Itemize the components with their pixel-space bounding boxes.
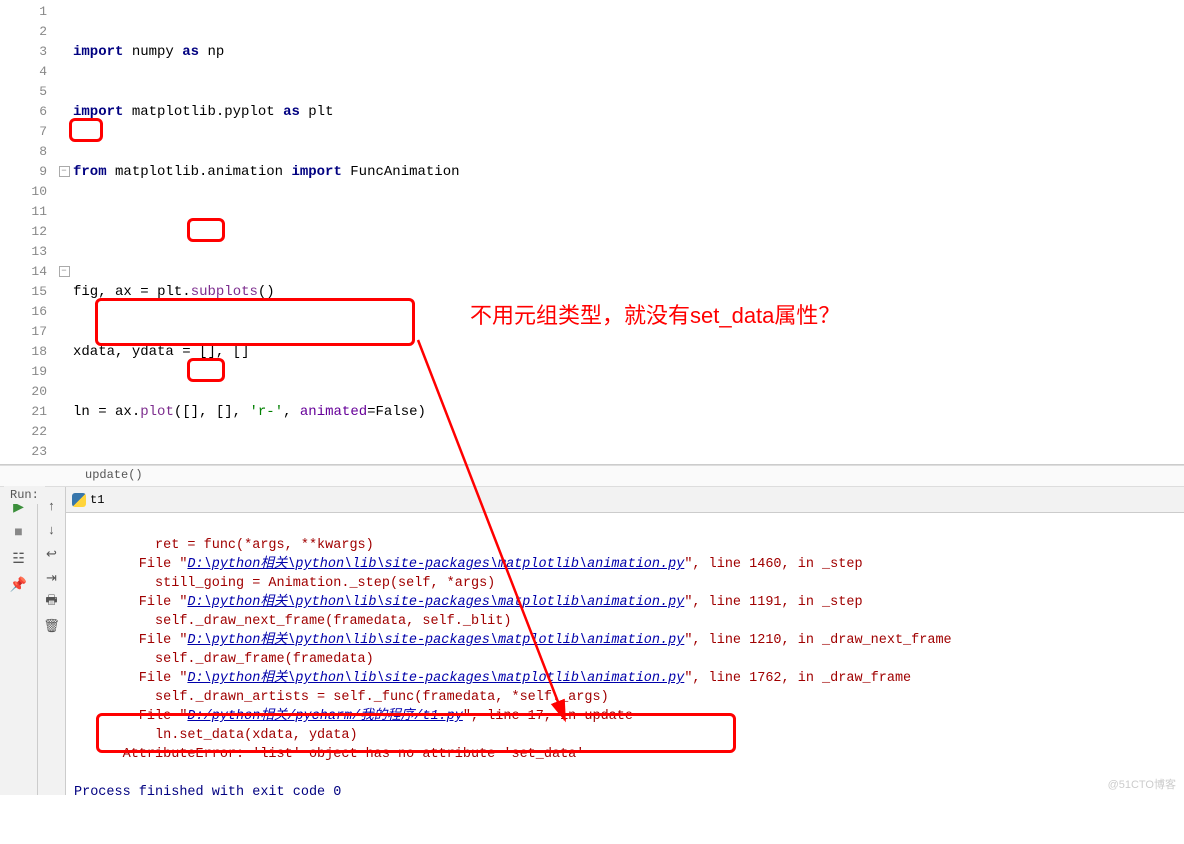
line-number: 22 (0, 422, 47, 442)
line-number: 12 (0, 222, 47, 242)
traceback-link[interactable]: D:\python相关\python\lib\site-packages\mat… (187, 595, 684, 610)
line-number: 3 (0, 42, 47, 62)
line-number: 20 (0, 382, 47, 402)
line-number: 17 (0, 322, 47, 342)
traceback-link[interactable]: D:\python相关\python\lib\site-packages\mat… (187, 633, 684, 648)
soft-wrap-icon[interactable]: ↩ (43, 545, 61, 563)
print-icon[interactable]: 🖶 (43, 593, 61, 611)
line-number: 6 (0, 102, 47, 122)
python-icon (72, 493, 86, 507)
line-number: 15 (0, 282, 47, 302)
run-tab[interactable]: t1 (66, 487, 1184, 513)
run-body: t1 ret = func(*args, **kwargs) File "D:\… (66, 487, 1184, 795)
run-panel: ▶ ■ ☳ 📌 ↑ ↓ ↩ ⇥ 🖶 🗑 t1 ret = func(*args,… (0, 487, 1184, 795)
trash-icon[interactable]: 🗑 (43, 617, 61, 635)
line-number: 1 (0, 2, 47, 22)
run-toolbar-left: ▶ ■ ☳ 📌 (0, 487, 38, 795)
fold-icon[interactable]: − (59, 266, 70, 277)
run-pin-icon[interactable]: 📌 (9, 575, 29, 595)
arrow-down-icon[interactable]: ↓ (43, 521, 61, 539)
run-layout-icon[interactable]: ☳ (9, 549, 29, 569)
line-number: 23 (0, 442, 47, 462)
line-number: 10 (0, 182, 47, 202)
line-number: 16 (0, 302, 47, 322)
traceback-link[interactable]: D:\python相关\python\lib\site-packages\mat… (187, 671, 684, 686)
exit-message: Process finished with exit code 0 (74, 785, 341, 800)
line-number: 18 (0, 342, 47, 362)
run-toolbar-left2: ↑ ↓ ↩ ⇥ 🖶 🗑 (38, 487, 66, 795)
editor-area: 1 2 3 4 5 6 7 8 9 10 11 12 13 14 15 16 1… (0, 0, 1184, 465)
line-number: 8 (0, 142, 47, 162)
code-area[interactable]: import numpy as np import matplotlib.pyp… (73, 0, 1184, 464)
line-number: 21 (0, 402, 47, 422)
traceback-link[interactable]: D:/python相关/pycharm/我的程序/t1.py (187, 709, 462, 724)
fold-column: − − (55, 0, 73, 464)
line-number: 19 (0, 362, 47, 382)
line-number: 14 (0, 262, 47, 282)
annotation-box (95, 298, 415, 346)
run-stop-icon[interactable]: ■ (9, 523, 29, 543)
line-number: 9 (0, 162, 47, 182)
line-number: 13 (0, 242, 47, 262)
line-number: 2 (0, 22, 47, 42)
breadcrumb[interactable]: update() (0, 465, 1184, 487)
line-number: 5 (0, 82, 47, 102)
traceback-link[interactable]: D:\python相关\python\lib\site-packages\mat… (187, 557, 684, 572)
run-tab-label: t1 (90, 493, 104, 507)
fold-icon[interactable]: − (59, 166, 70, 177)
line-number: 4 (0, 62, 47, 82)
line-number: 11 (0, 202, 47, 222)
console-output[interactable]: ret = func(*args, **kwargs) File "D:\pyt… (66, 513, 1184, 844)
scroll-end-icon[interactable]: ⇥ (43, 569, 61, 587)
run-panel-label: Run: (4, 486, 45, 504)
line-gutter: 1 2 3 4 5 6 7 8 9 10 11 12 13 14 15 16 1… (0, 0, 55, 464)
line-number: 7 (0, 122, 47, 142)
arrow-up-icon[interactable]: ↑ (43, 497, 61, 515)
